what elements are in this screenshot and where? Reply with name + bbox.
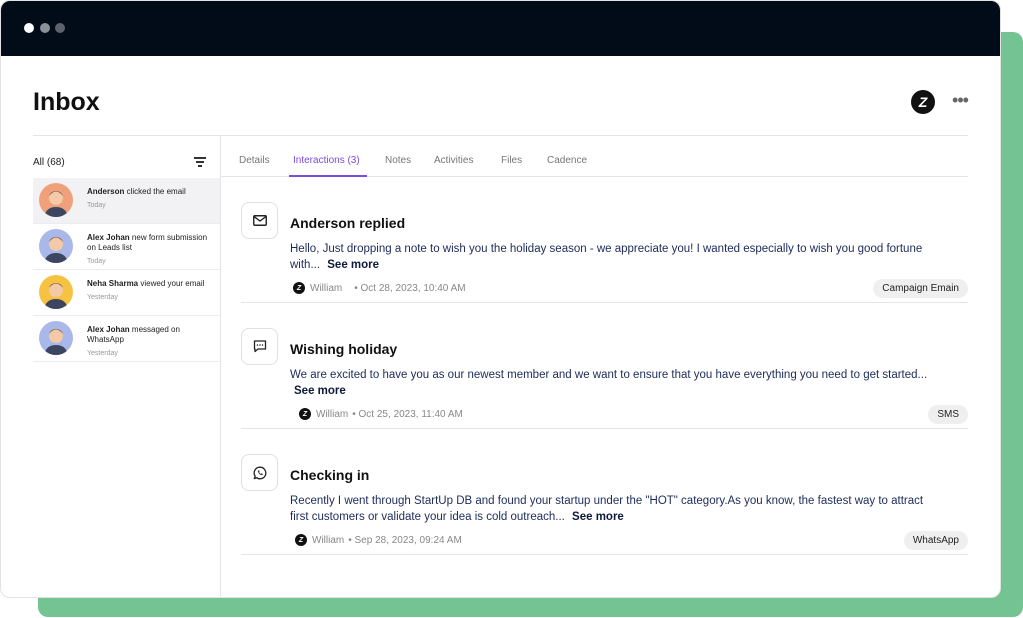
interaction-body: Hello, Just dropping a note to wish you … <box>290 241 938 273</box>
contact-name: Anderson <box>87 187 125 196</box>
interaction-author: William <box>312 534 345 546</box>
contact-summary: Alex Johan new form submission on Leads … <box>87 233 216 267</box>
interaction-time: • Sep 28, 2023, 09:24 AM <box>348 534 462 546</box>
interaction-title: Anderson replied <box>290 215 406 231</box>
see-more-link[interactable]: See more <box>294 385 346 397</box>
interaction-text: Hello, Just dropping a note to wish you … <box>290 243 923 271</box>
page-title: Inbox <box>33 88 100 116</box>
contact-filter-label[interactable]: All (68) <box>33 157 65 168</box>
see-more-link[interactable]: See more <box>327 259 379 271</box>
window-minimize-control[interactable] <box>40 23 50 33</box>
author-logo-icon: Z <box>295 534 307 546</box>
contact-name: Alex Johan <box>87 233 130 242</box>
app-window: Inbox Z ••• All (68) Anderson clicked th… <box>0 0 1001 598</box>
avatar <box>39 183 73 217</box>
brand-logo-icon[interactable]: Z <box>911 90 935 114</box>
contact-summary: Anderson clicked the email Today <box>87 187 216 211</box>
interaction-author: William <box>310 282 343 294</box>
interaction-meta: Z William • Oct 28, 2023, 10:40 AM <box>293 282 466 294</box>
contact-list: Anderson clicked the email Today Alex Jo… <box>33 178 220 362</box>
mail-icon <box>241 202 278 239</box>
channel-badge: WhatsApp <box>903 531 968 550</box>
contact-action: viewed your email <box>140 279 205 288</box>
contact-summary: Alex Johan messaged on WhatsApp Yesterda… <box>87 325 216 359</box>
contact-sidebar: All (68) Anderson clicked the email Toda… <box>33 136 221 597</box>
avatar <box>39 275 73 309</box>
whatsapp-icon <box>241 454 278 491</box>
contact-item[interactable]: Neha Sharma viewed your email Yesterday <box>33 270 220 316</box>
filter-icon[interactable] <box>194 157 206 167</box>
interaction-author: William <box>316 408 349 420</box>
channel-badge: SMS <box>928 405 968 424</box>
interaction-card: Anderson replied Hello, Just dropping a … <box>241 177 968 303</box>
tab-interactions[interactable]: Interactions (3) <box>293 155 360 166</box>
tab-activities[interactable]: Activities <box>434 155 473 166</box>
tab-notes[interactable]: Notes <box>385 155 411 166</box>
interaction-text: We are excited to have you as our newest… <box>290 369 928 381</box>
titlebar <box>1 1 1000 56</box>
contact-time: Today <box>87 202 106 209</box>
interaction-meta: Z William • Oct 25, 2023, 11:40 AM <box>299 408 463 420</box>
contact-name: Neha Sharma <box>87 279 139 288</box>
interaction-title: Wishing holiday <box>290 341 398 357</box>
avatar <box>39 229 73 263</box>
more-options-icon[interactable]: ••• <box>952 90 969 114</box>
contact-time: Today <box>87 258 106 265</box>
contact-name: Alex Johan <box>87 325 130 334</box>
interaction-time: • Oct 25, 2023, 11:40 AM <box>352 408 463 420</box>
author-logo-icon: Z <box>299 408 311 420</box>
contact-summary: Neha Sharma viewed your email Yesterday <box>87 279 216 303</box>
contact-item[interactable]: Anderson clicked the email Today <box>33 178 220 224</box>
avatar <box>39 321 73 355</box>
tab-cadence[interactable]: Cadence <box>547 155 587 166</box>
contact-action: clicked the email <box>126 187 186 196</box>
page-header: Inbox Z ••• <box>33 56 969 136</box>
interaction-card: Checking in Recently I went through Star… <box>241 429 968 555</box>
see-more-link[interactable]: See more <box>572 511 624 523</box>
interaction-time: • Oct 28, 2023, 10:40 AM <box>354 282 466 294</box>
interaction-meta: Z William • Sep 28, 2023, 09:24 AM <box>295 534 462 546</box>
window-maximize-control[interactable] <box>55 23 65 33</box>
author-logo-icon: Z <box>293 282 305 294</box>
interaction-body: We are excited to have you as our newest… <box>290 367 938 399</box>
sidebar-header: All (68) <box>33 136 220 178</box>
contact-time: Yesterday <box>87 294 118 301</box>
contact-item[interactable]: Alex Johan new form submission on Leads … <box>33 224 220 270</box>
detail-panel: Details Interactions (3) Notes Activitie… <box>221 136 968 597</box>
tab-details[interactable]: Details <box>239 155 270 166</box>
window-close-control[interactable] <box>24 23 34 33</box>
interaction-title: Checking in <box>290 467 370 483</box>
interaction-body: Recently I went through StartUp DB and f… <box>290 493 938 525</box>
channel-badge: Campaign Emain <box>873 279 968 298</box>
sms-icon <box>241 328 278 365</box>
contact-item[interactable]: Alex Johan messaged on WhatsApp Yesterda… <box>33 316 220 362</box>
interaction-card: Wishing holiday We are excited to have y… <box>241 303 968 429</box>
tab-files[interactable]: Files <box>501 155 522 166</box>
tab-bar: Details Interactions (3) Notes Activitie… <box>221 136 968 177</box>
contact-time: Yesterday <box>87 350 118 357</box>
